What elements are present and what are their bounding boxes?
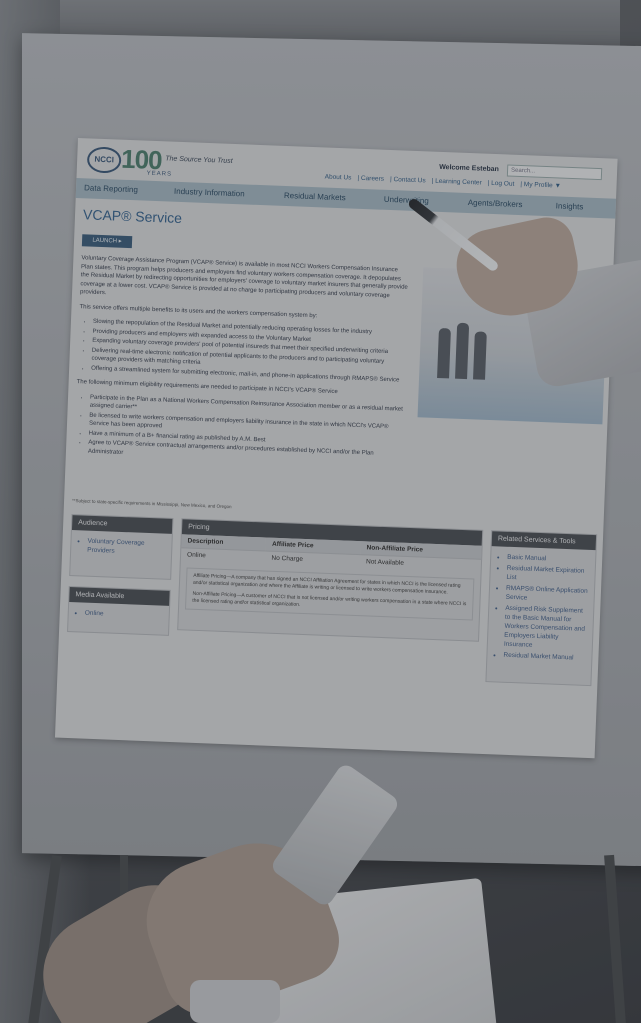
media-panel: Media Available Online (67, 585, 171, 636)
nav-agents-brokers[interactable]: Agents/Brokers (468, 198, 523, 209)
footnote: **Subject to state-specific requirements… (71, 498, 232, 510)
audience-panel: Audience Voluntary Coverage Providers (69, 514, 174, 580)
photo-scene: NCCI 100 YEARS The Source You Trust Welc… (0, 0, 641, 1023)
pricing-notes: Affiliate Pricing—A company that has sig… (184, 567, 475, 621)
table-cell: Online (180, 547, 266, 565)
benefits-list: Slowing the repopulation of the Residual… (77, 317, 409, 385)
related-link[interactable]: Residual Market Manual (503, 651, 585, 663)
link-logout[interactable]: Log Out (491, 180, 514, 188)
table-cell: No Charge (265, 551, 361, 569)
related-link[interactable]: RMAPS® Online Application Service (506, 584, 589, 605)
launch-button[interactable]: LAUNCH ▸ (81, 234, 133, 249)
link-careers[interactable]: Careers (361, 175, 384, 183)
link-profile[interactable]: My Profile ▼ (524, 181, 561, 189)
nav-industry-information[interactable]: Industry Information (174, 187, 245, 199)
anniversary-logo-years: YEARS (146, 170, 173, 178)
link-about[interactable]: About Us (325, 174, 352, 182)
tagline: The Source You Trust (165, 155, 233, 165)
shirt-cuff (190, 980, 280, 1023)
nav-insights[interactable]: Insights (556, 201, 584, 211)
person-figure (455, 322, 470, 380)
list-item: Voluntary Coverage Providers (87, 537, 166, 558)
related-link[interactable]: Residual Market Expiration List (506, 564, 589, 585)
related-link[interactable]: Basic Manual (507, 553, 589, 565)
related-services-panel: Related Services & Tools Basic Manual Re… (485, 530, 598, 687)
nav-data-reporting[interactable]: Data Reporting (84, 183, 138, 194)
pricing-panel: Pricing Description Affiliate Price Non-… (177, 518, 484, 642)
related-link[interactable]: Assigned Risk Supplement to the Basic Ma… (504, 604, 588, 652)
page-body: Voluntary Coverage Assistance Program (V… (74, 254, 412, 474)
intro-paragraph: Voluntary Coverage Assistance Program (V… (79, 255, 408, 299)
link-contact[interactable]: Contact Us (393, 176, 425, 184)
link-learning[interactable]: Learning Center (435, 178, 482, 187)
page-title: VCAP® Service (82, 206, 183, 227)
person-figure (437, 327, 451, 379)
easel-leg-right (604, 854, 626, 1023)
search-input[interactable]: Search... (506, 164, 603, 181)
person-figure (473, 331, 487, 380)
requirements-list: Participate in the Plan as a National Wo… (74, 393, 406, 468)
ncci-logo: NCCI (86, 146, 122, 174)
list-item: Online (85, 609, 163, 621)
welcome-text: Welcome Esteban (439, 163, 500, 174)
nav-residual-markets[interactable]: Residual Markets (284, 191, 346, 202)
